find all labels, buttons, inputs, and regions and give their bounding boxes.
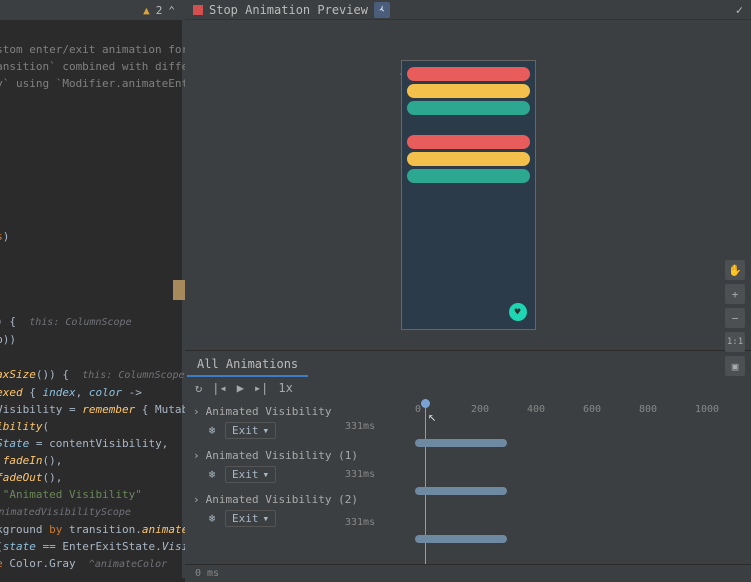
timeline-segment[interactable] [415,535,507,543]
state-dropdown[interactable]: Exit▾ [225,466,276,483]
track-row: › Animated Visibility (1) ❄ Exit▾ [193,447,375,489]
bar-yellow [407,152,530,166]
bar-red [407,135,530,149]
zoom-out-icon[interactable]: − [725,308,745,328]
expand-icon[interactable]: ⌃ [168,4,175,17]
preview-canvas[interactable]: AnimatedVisibility ♥ ✋ + − 1:1 ▣ [185,20,751,350]
code-editor[interactable]: ▲ 2 ⌃ o create a custom enter/exit anima… [0,0,185,582]
stop-icon[interactable] [193,5,203,15]
freeze-icon[interactable]: ❄ [205,468,219,482]
preview-title[interactable]: Stop Animation Preview [209,3,368,17]
chevron-down-icon: ▾ [263,424,270,437]
animation-panel: All Animations ↻ ∣◂ ▶ ▸∣ 1x › Animated V… [185,350,751,582]
track-duration: 331ms [345,421,375,432]
crop-icon[interactable]: ▣ [725,356,745,376]
play-icon[interactable]: ▶ [237,381,244,395]
skip-end-icon[interactable]: ▸∣ [254,381,268,395]
chevron-right-icon: › [193,405,200,418]
pin-icon[interactable] [374,2,390,18]
freeze-icon[interactable]: ❄ [205,512,219,526]
loop-icon[interactable]: ↻ [195,381,202,395]
track-header[interactable]: › Animated Visibility (2) [193,491,375,508]
track-name: Animated Visibility (1) [206,449,358,462]
editor-status-bar: ▲ 2 ⌃ [0,0,185,20]
code-content[interactable]: o create a custom enter/exit animation f… [0,24,185,582]
track-name: Animated Visibility (2) [206,493,358,506]
tab-all-animations[interactable]: All Animations [187,351,308,377]
zoom-in-icon[interactable]: + [725,284,745,304]
track-header[interactable]: › Animated Visibility (1) [193,447,375,464]
fab-heart: ♥ [509,303,527,321]
pan-icon[interactable]: ✋ [725,260,745,280]
warning-count[interactable]: 2 [156,4,163,17]
timeline-segment[interactable] [415,487,507,495]
chevron-down-icon: ▾ [263,468,270,481]
canvas-tool-rail: ✋ + − 1:1 ▣ [725,260,745,376]
mouse-cursor-icon: ↖ [428,409,436,425]
track-duration: 331ms [345,517,375,528]
timeline-segment[interactable] [415,439,507,447]
device-frame: ♥ [401,60,536,330]
chevron-right-icon: › [193,449,200,462]
chevron-down-icon: ▾ [263,512,270,525]
track-duration: 331ms [345,469,375,480]
playback-controls: ↻ ∣◂ ▶ ▸∣ 1x [185,377,751,399]
preview-toolbar: Stop Animation Preview ✓ [185,0,751,20]
timeline-footer: 0 ms [185,564,751,582]
track-header[interactable]: › Animated Visibility [193,403,375,420]
bar-green [407,101,530,115]
track-name: Animated Visibility [206,405,332,418]
bar-red [407,67,530,81]
skip-start-icon[interactable]: ∣◂ [212,381,226,395]
bar-yellow [407,84,530,98]
zoom-reset-icon[interactable]: 1:1 [725,332,745,352]
state-dropdown[interactable]: Exit▾ [225,422,276,439]
bar-green [407,169,530,183]
current-time: 0 ms [195,568,219,579]
state-dropdown[interactable]: Exit▾ [225,510,276,527]
chevron-right-icon: › [193,493,200,506]
freeze-icon[interactable]: ❄ [205,424,219,438]
check-icon: ✓ [736,3,743,17]
warning-icon: ▲ [143,4,150,17]
timeline[interactable]: 0 200 400 600 800 1000 ↖ 331ms 331ms 331… [375,399,751,564]
speed-dropdown[interactable]: 1x [278,381,292,395]
bar-gap [407,118,530,132]
